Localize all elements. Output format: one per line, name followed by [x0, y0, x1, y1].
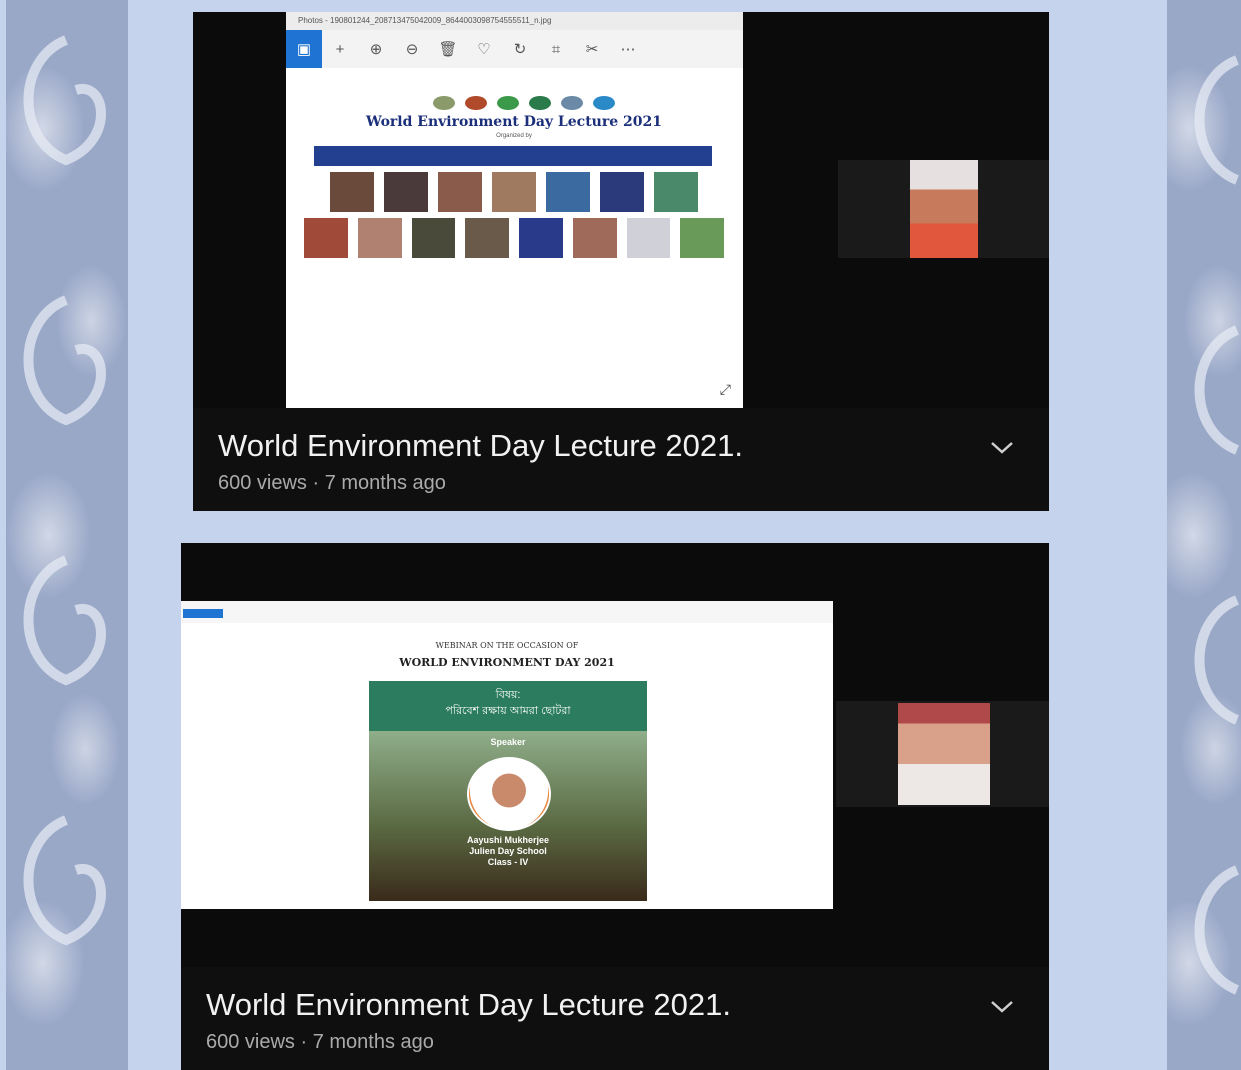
speaker-photos-row-1 [304, 172, 724, 212]
poster-title: World Environment Day Lecture 2021 [366, 114, 662, 130]
right-decorative-panel [1167, 0, 1241, 1070]
participant-video [910, 160, 978, 258]
video-info-bar: World Environment Day Lecture 2021. 600 … [193, 408, 1049, 511]
slide-topic: বিষয়: পরিবেশ রক্ষায় আমরা ছোটরা [369, 681, 647, 731]
slide-speaker-label: Speaker [490, 737, 526, 747]
slide-heading-small: WEBINAR ON THE OCCASION OF [435, 641, 579, 650]
event-poster: World Environment Day Lecture 2021 Organ… [304, 96, 724, 346]
zoom-out-icon: ⊖ [405, 41, 419, 58]
heart-icon: ♡ [477, 41, 491, 58]
poster-logos [324, 96, 724, 110]
speaker-photos-row-2 [304, 218, 724, 258]
slide-topic-line-1: বিষয়: [495, 689, 521, 701]
viewer-toolbar: ▣ + ⊕ ⊖ 🗑 ♡ ↻ ⌗ ✂ ⋯ [286, 30, 743, 68]
speaker-avatar [467, 757, 551, 831]
plus-icon: + [335, 40, 345, 58]
video-card-1[interactable]: Photos - 190801244_208713475042009_86440… [193, 12, 1049, 511]
video-card-2[interactable]: WEBINAR ON THE OCCASION OF WORLD ENVIRON… [181, 543, 1049, 1070]
video-info-bar: World Environment Day Lecture 2021. 600 … [181, 967, 1049, 1070]
video-title[interactable]: World Environment Day Lecture 2021. [206, 987, 731, 1023]
speaker-class: Class - IV [487, 857, 529, 867]
video-meta: 600 views · 7 months ago [206, 1031, 434, 1053]
poster-subtitle: Organized by [496, 133, 532, 139]
participant-video [898, 703, 990, 805]
crop-icon: ⌗ [551, 40, 561, 58]
video-title[interactable]: World Environment Day Lecture 2021. [218, 428, 743, 464]
slide-image: Speaker Aayushi Mukherjee Julien Day Sch… [369, 731, 647, 901]
speaker-name: Aayushi Mukherjee [466, 835, 550, 845]
more-icon: ⋯ [620, 41, 636, 58]
left-decorative-panel [6, 0, 128, 1070]
viewer-title-bar: Photos - 190801244_208713475042009_86440… [286, 12, 743, 30]
rotate-icon: ↻ [513, 41, 527, 58]
slide-speaker-info: Aayushi Mukherjee Julien Day School Clas… [369, 835, 647, 868]
poster-info-band [314, 146, 712, 166]
zoom-in-icon: ⊕ [369, 41, 383, 58]
slide-heading-large: WORLD ENVIRONMENT DAY 2021 [399, 656, 615, 669]
photo-viewer-window: Photos - 190801244_208713475042009_86440… [286, 12, 743, 408]
screen-share-button [183, 609, 223, 618]
delete-icon: 🗑 [438, 41, 458, 58]
chevron-down-icon[interactable] [989, 995, 1015, 1017]
screen-toolbar [181, 601, 833, 623]
video-meta: 600 views · 7 months ago [218, 472, 446, 494]
image-icon: ▣ [286, 30, 322, 68]
video-player[interactable]: Photos - 190801244_208713475042009_86440… [193, 12, 1049, 408]
expand-icon: ⤢ [719, 381, 731, 397]
edit-icon: ✂ [585, 41, 599, 58]
participant-tile [836, 701, 1049, 807]
chevron-down-icon[interactable] [989, 436, 1015, 458]
video-player[interactable]: WEBINAR ON THE OCCASION OF WORLD ENVIRON… [181, 543, 1049, 967]
slide-topic-line-2: পরিবেশ রক্ষায় আমরা ছোটরা [445, 705, 571, 717]
shared-screen: WEBINAR ON THE OCCASION OF WORLD ENVIRON… [181, 601, 833, 909]
participant-tile [838, 160, 1049, 258]
slide-card: বিষয়: পরিবেশ রক্ষায় আমরা ছোটরা Speaker… [369, 681, 647, 901]
speaker-school: Julien Day School [469, 846, 547, 856]
